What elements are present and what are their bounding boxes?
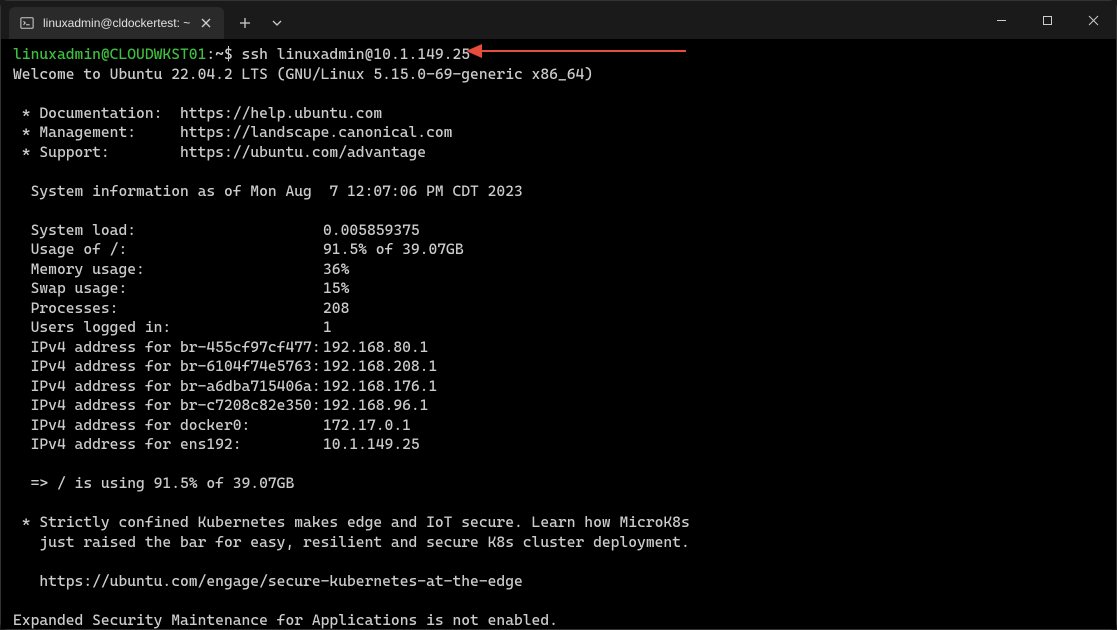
motd-line1: * Strictly confined Kubernetes makes edg… — [13, 513, 690, 531]
sysinfo-block: System load:0.005859375 Usage of /:91.5%… — [13, 221, 1104, 455]
welcome-line: Welcome to Ubuntu 22.04.2 LTS (GNU/Linux… — [13, 65, 593, 83]
sysinfo-value: 172.17.0.1 — [323, 416, 411, 434]
close-window-button[interactable] — [1070, 1, 1116, 39]
window-controls — [978, 1, 1116, 39]
sysinfo-value: 192.168.96.1 — [323, 396, 428, 414]
tab-actions — [230, 8, 292, 38]
sysinfo-label: IPv4 address for br-c7208c82e350: — [13, 396, 323, 416]
titlebar: linuxadmin@cldockertest: ~ — [1, 1, 1116, 39]
sysinfo-label: Memory usage: — [13, 260, 323, 280]
tab-title: linuxadmin@cldockertest: ~ — [43, 16, 190, 30]
sysinfo-value: 1 — [323, 318, 332, 336]
sysinfo-value: 208 — [323, 299, 349, 317]
sysinfo-label: Swap usage: — [13, 279, 323, 299]
sysinfo-label: IPv4 address for br-a6dba715406a: — [13, 377, 323, 397]
sysinfo-value: 91.5% of 39.07GB — [323, 240, 464, 258]
sysinfo-value: 192.168.80.1 — [323, 338, 428, 356]
sysinfo-value: 15% — [323, 279, 349, 297]
sysinfo-header: System information as of Mon Aug 7 12:07… — [13, 182, 523, 200]
disk-warning: => / is using 91.5% of 39.07GB — [13, 474, 294, 492]
doc-link: * Documentation: https://help.ubuntu.com — [13, 104, 382, 122]
sysinfo-label: Usage of /: — [13, 240, 323, 260]
tab-active[interactable]: linuxadmin@cldockertest: ~ — [9, 7, 224, 39]
sysinfo-label: IPv4 address for br-6104f74e5763: — [13, 357, 323, 377]
minimize-button[interactable] — [978, 1, 1024, 39]
sysinfo-value: 0.005859375 — [323, 221, 420, 239]
sysinfo-value: 10.1.149.25 — [323, 435, 420, 453]
sysinfo-label: Users logged in: — [13, 318, 323, 338]
prompt-user-host: linuxadmin@CLOUDWKST01 — [13, 45, 206, 63]
motd-line2: just raised the bar for easy, resilient … — [13, 533, 690, 551]
tab-dropdown-button[interactable] — [262, 8, 292, 38]
terminal-icon — [19, 15, 35, 31]
sysinfo-value: 192.168.208.1 — [323, 357, 437, 375]
support-link: * Support: https://ubuntu.com/advantage — [13, 143, 426, 161]
arrow-annotation — [466, 47, 686, 55]
sysinfo-label: IPv4 address for br-455cf97cf477: — [13, 338, 323, 358]
close-icon[interactable] — [198, 15, 214, 31]
esm-line: Expanded Security Maintenance for Applic… — [13, 611, 558, 629]
sysinfo-value: 192.168.176.1 — [323, 377, 437, 395]
sysinfo-label: System load: — [13, 221, 323, 241]
sysinfo-label: Processes: — [13, 299, 323, 319]
mgmt-link: * Management: https://landscape.canonica… — [13, 123, 452, 141]
prompt-command: ssh linuxadmin@10.1.149.25 — [242, 45, 471, 63]
new-tab-button[interactable] — [230, 8, 260, 38]
sysinfo-label: IPv4 address for ens192: — [13, 435, 323, 455]
maximize-button[interactable] — [1024, 1, 1070, 39]
sysinfo-label: IPv4 address for docker0: — [13, 416, 323, 436]
motd-url: https://ubuntu.com/engage/secure-kuberne… — [13, 572, 523, 590]
prompt-path: :~$ — [206, 45, 232, 63]
tabs-container: linuxadmin@cldockertest: ~ — [9, 1, 292, 39]
sysinfo-value: 36% — [323, 260, 349, 278]
terminal-content[interactable]: linuxadmin@CLOUDWKST01:~$ ssh linuxadmin… — [1, 39, 1116, 629]
